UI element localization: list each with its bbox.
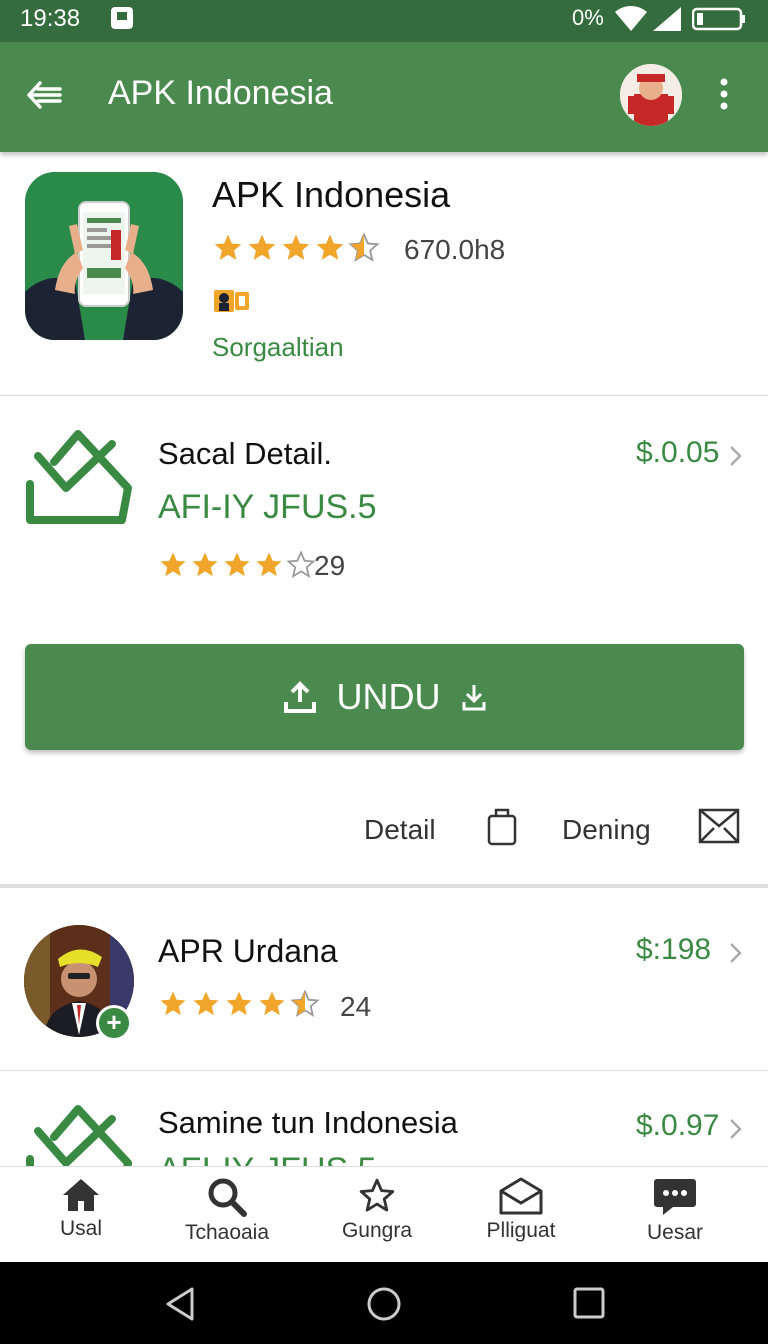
- mail-icon[interactable]: [698, 806, 740, 846]
- list-item-name: Samine tun Indonesia: [158, 1105, 458, 1140]
- list-item-price: $:198: [636, 933, 712, 966]
- download-button[interactable]: UNDU: [25, 644, 744, 750]
- star-icon: [359, 1178, 395, 1212]
- nav-item-label: Tchaoaia: [184, 1221, 270, 1244]
- app-rating-stars: [212, 230, 388, 271]
- battery-percent: 0%: [572, 5, 604, 30]
- system-navigation-bar: [0, 1262, 768, 1344]
- nav-item-label: Plliguat: [486, 1219, 556, 1242]
- app-name: APK Indonesia: [212, 174, 451, 215]
- bag-icon[interactable]: [486, 806, 518, 846]
- detail-subtitle: AFI-IY JFUS.5: [158, 488, 377, 526]
- detail-rating-stars: [158, 548, 318, 587]
- list-item-rating-stars: [158, 987, 328, 1026]
- bottom-navigation: Usal Tchaoaia Gungra Plliguat Uesar: [0, 1166, 768, 1262]
- home-button-icon[interactable]: [366, 1286, 402, 1322]
- app-bar-title: APK Indonesia: [108, 74, 333, 112]
- nav-item-label: Uesar: [646, 1221, 704, 1244]
- list-item-rating-count: 24: [340, 991, 372, 1022]
- detail-rating-count: 29: [314, 550, 346, 581]
- app-bar: APK Indonesia: [0, 42, 768, 152]
- upload-icon: [283, 681, 316, 713]
- chevron-right-icon[interactable]: [728, 444, 744, 468]
- nav-item-tchaoaia[interactable]: Tchaoaia: [152, 1177, 302, 1245]
- list-item-subtitle: AFI-IY JFUS.5: [158, 1151, 377, 1166]
- envelope-check-icon: [26, 1105, 132, 1166]
- editor-badge-icon: [214, 290, 249, 312]
- dening-link[interactable]: Dening: [562, 814, 651, 846]
- app-header-section: APK Indonesia 670.0h8 Sorgaaltian: [0, 152, 768, 396]
- chevron-right-icon[interactable]: [728, 941, 744, 965]
- back-icon[interactable]: [164, 1286, 196, 1322]
- nav-item-usal[interactable]: Usal: [6, 1177, 156, 1241]
- nav-item-uesar[interactable]: Uesar: [600, 1177, 750, 1245]
- status-bar: 19:38 0%: [0, 0, 768, 42]
- developer-link[interactable]: Sorgaaltian: [212, 332, 344, 363]
- battery-icon: [692, 7, 745, 31]
- download-label: UNDU: [336, 676, 441, 717]
- list-item-name: APR Urdana: [158, 933, 338, 969]
- app-icon: [25, 172, 183, 340]
- search-icon: [208, 1178, 247, 1217]
- app-rating-count: 670.0h8: [404, 234, 506, 265]
- nav-item-label: Gungra: [341, 1219, 413, 1242]
- list-item[interactable]: Samine tun Indonesia $.0.97 AFI-IY JFUS.…: [0, 1071, 768, 1166]
- download-icon: [462, 685, 485, 711]
- profile-avatar[interactable]: [620, 64, 682, 126]
- chat-icon: [654, 1179, 696, 1215]
- wifi-icon: [615, 6, 647, 31]
- envelope-check-icon: [26, 430, 132, 524]
- add-icon[interactable]: +: [96, 1005, 132, 1041]
- notification-icon: [111, 7, 133, 29]
- mail-icon: [499, 1177, 543, 1215]
- back-arrow-icon[interactable]: [26, 80, 62, 110]
- detail-link[interactable]: Detail: [364, 814, 436, 846]
- list-item-price: $.0.97: [636, 1109, 720, 1142]
- detail-title[interactable]: Sacal Detail.: [158, 436, 332, 472]
- detail-price: $.0.05: [636, 436, 720, 469]
- chevron-right-icon[interactable]: [728, 1117, 744, 1141]
- app-detail-card: Sacal Detail. $.0.05 AFI-IY JFUS.5 29 UN…: [0, 396, 768, 888]
- nav-item-label: Usal: [59, 1217, 102, 1240]
- home-icon: [63, 1179, 99, 1211]
- status-time: 19:38: [20, 5, 81, 32]
- nav-item-plliguat[interactable]: Plliguat: [446, 1177, 596, 1243]
- nav-item-gungra[interactable]: Gungra: [302, 1177, 452, 1243]
- list-item[interactable]: + APR Urdana $:198 24: [0, 895, 768, 1071]
- recents-icon[interactable]: [572, 1286, 606, 1320]
- signal-icon: [653, 7, 681, 31]
- more-options-icon[interactable]: [718, 76, 730, 112]
